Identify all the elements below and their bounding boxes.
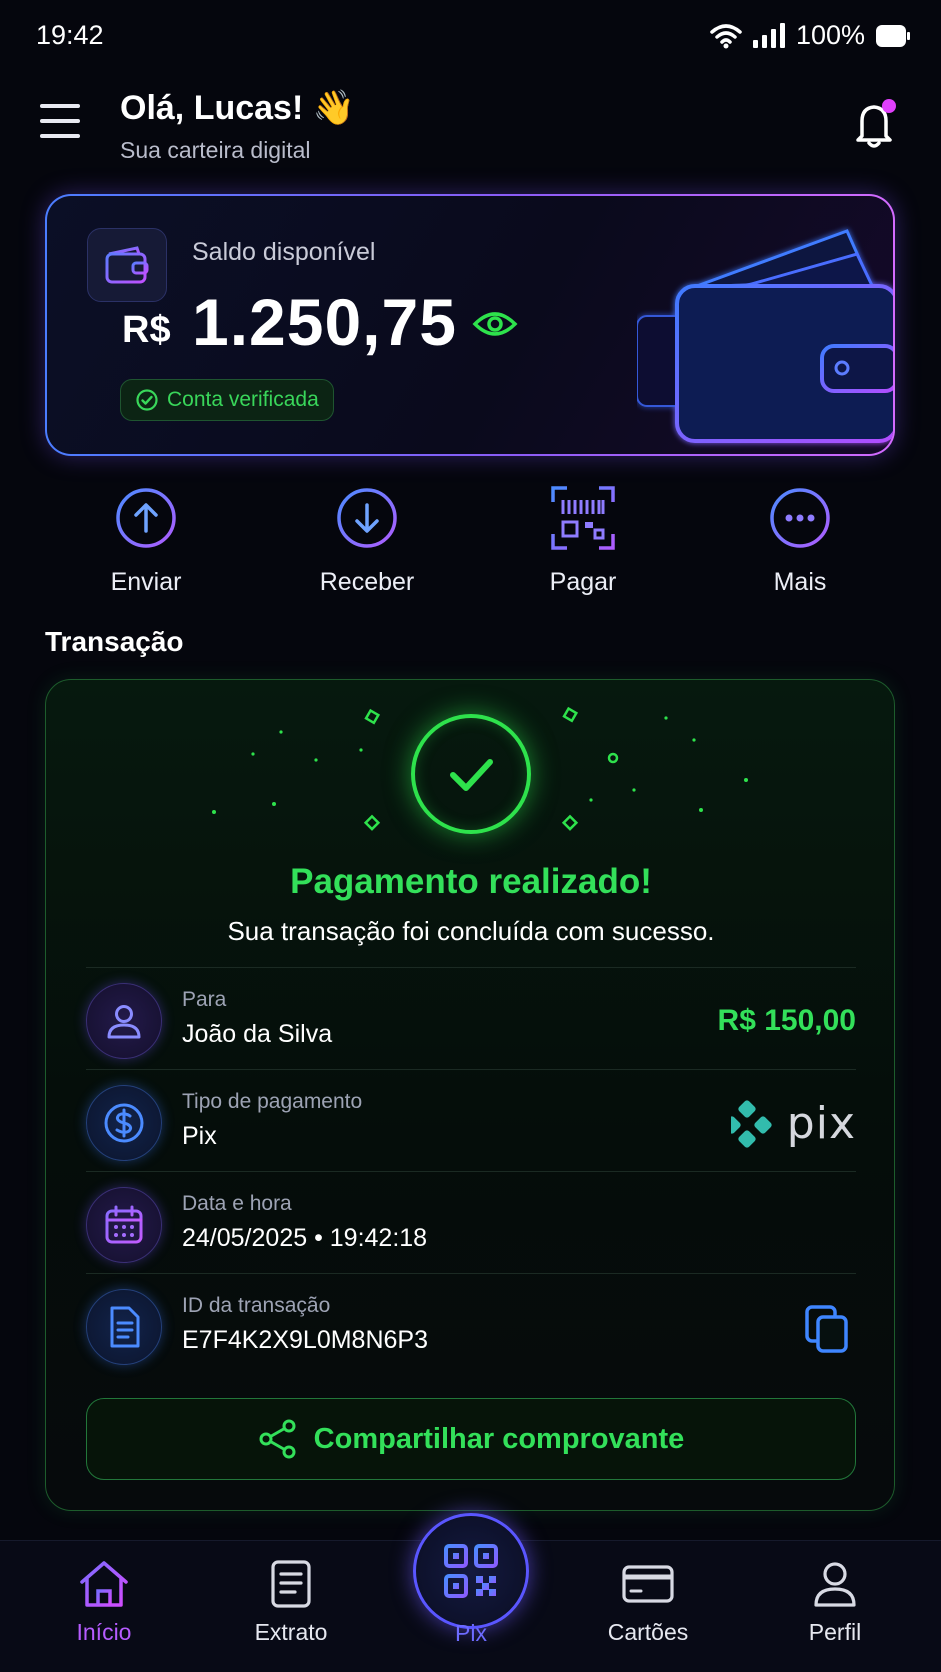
home-icon: [80, 1561, 128, 1607]
date-value: 24/05/2025 • 19:42:18: [182, 1224, 428, 1252]
card-icon: [622, 1565, 674, 1603]
nav-extrato-label: Extrato: [254, 1619, 328, 1645]
transaction-amount: R$ 150,00: [717, 1004, 856, 1037]
calendar-icon: [86, 1187, 162, 1263]
transaction-title: Pagamento realizado!: [290, 862, 652, 901]
action-mais-label: Mais: [773, 568, 827, 596]
status-icons: 100%: [710, 20, 911, 51]
action-receber-label: Receber: [319, 568, 415, 596]
pix-logo: pix: [730, 1098, 856, 1149]
share-icon: [259, 1419, 296, 1459]
action-enviar[interactable]: Enviar: [61, 486, 231, 597]
qr-scan-icon: [551, 486, 615, 550]
transaction-id-label: ID da transação: [182, 1294, 331, 1317]
verified-badge: Conta verificada: [120, 379, 334, 421]
row-date: Data e hora 24/05/2025 • 19:42:18: [86, 1171, 856, 1273]
nav-perfil-label: Perfil: [808, 1619, 862, 1645]
success-check-icon: [411, 714, 531, 834]
pix-logo-text: pix: [786, 1098, 856, 1149]
user-icon: [814, 1562, 856, 1607]
action-receber[interactable]: Receber: [282, 486, 452, 597]
nav-cartoes[interactable]: Cartões: [573, 1559, 723, 1646]
greeting-title: Olá, Lucas! 👋: [120, 89, 356, 127]
battery-percent: 100%: [795, 20, 865, 50]
balance-amount: 1.250,75: [192, 285, 457, 359]
balance-currency: R$: [122, 309, 171, 351]
eye-icon[interactable]: [472, 306, 518, 342]
share-receipt-button[interactable]: Compartilhar comprovante: [86, 1398, 856, 1480]
wifi-icon: [710, 23, 742, 48]
statement-icon: [271, 1560, 311, 1608]
dollar-coin-icon: [86, 1085, 162, 1161]
nav-pix-label: Pix: [455, 1620, 487, 1646]
section-title: Transação: [45, 626, 184, 657]
transaction-card: Pagamento realizado! Sua transação foi c…: [45, 679, 895, 1511]
row-payment-type: Tipo de pagamento Pix pix: [86, 1069, 856, 1171]
action-enviar-label: Enviar: [110, 568, 182, 596]
nav-extrato[interactable]: Extrato: [216, 1559, 366, 1646]
nav-perfil[interactable]: Perfil: [760, 1559, 910, 1646]
payment-type-value: Pix: [182, 1122, 217, 1150]
payment-type-label: Tipo de pagamento: [182, 1090, 363, 1113]
notification-bell-icon[interactable]: [852, 98, 900, 150]
row-recipient: Para João da Silva R$ 150,00: [86, 967, 856, 1069]
date-label: Data e hora: [182, 1192, 292, 1215]
menu-icon[interactable]: [40, 104, 80, 138]
nav-inicio-label: Início: [76, 1619, 132, 1645]
wallet-icon: [87, 228, 167, 302]
battery-icon: [876, 24, 910, 47]
status-time: 19:42: [36, 20, 104, 50]
wallet-illustration-icon: [637, 229, 893, 443]
balance-card: Saldo disponível R$ 1.250,75 Conta verif…: [45, 194, 895, 456]
share-receipt-label: Compartilhar comprovante: [313, 1422, 685, 1455]
qr-code-icon: [444, 1544, 498, 1598]
nav-inicio[interactable]: Início: [29, 1559, 179, 1646]
arrow-down-circle-icon: [337, 488, 397, 548]
arrow-up-circle-icon: [116, 488, 176, 548]
user-icon: [86, 983, 162, 1059]
recipient-value: João da Silva: [182, 1020, 333, 1048]
check-circle-icon: [136, 389, 158, 411]
action-pagar-label: Pagar: [549, 568, 617, 596]
verified-label: Conta verificada: [167, 388, 319, 411]
nav-cartoes-label: Cartões: [607, 1619, 689, 1645]
pix-diamond-icon: [730, 1099, 772, 1148]
balance-label: Saldo disponível: [192, 238, 376, 266]
copy-icon[interactable]: [804, 1304, 850, 1354]
recipient-label: Para: [182, 988, 227, 1011]
transaction-subtitle: Sua transação foi concluída com sucesso.: [227, 916, 715, 946]
signal-icon: [752, 22, 785, 48]
transaction-id-value: E7F4K2X9L0M8N6P3: [182, 1326, 428, 1354]
greeting-subtitle: Sua carteira digital: [120, 137, 311, 163]
nav-pix[interactable]: [413, 1513, 529, 1629]
document-icon: [86, 1289, 162, 1365]
row-transaction-id: ID da transação E7F4K2X9L0M8N6P3: [86, 1273, 856, 1375]
action-mais[interactable]: Mais: [715, 486, 885, 597]
action-pagar[interactable]: Pagar: [498, 486, 668, 597]
more-dots-icon: [770, 488, 830, 548]
